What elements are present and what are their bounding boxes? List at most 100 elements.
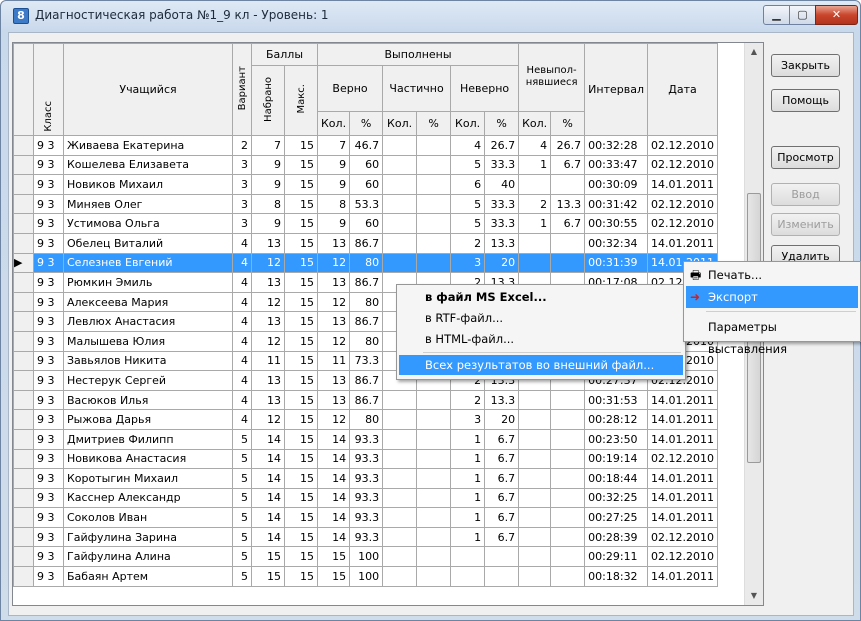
table-cell: 9 3 (33, 389, 64, 411)
table-cell: 02.12.2010 (647, 213, 718, 234)
table-row[interactable]: 9 3 Миняев Олег 3 8 15 8 53.3 5 33.3 2 13.3 00:31:4… (13, 193, 718, 215)
table-cell: 15 (284, 389, 318, 411)
table-cell: 9 3 (33, 487, 64, 509)
maximize-button[interactable]: ▢ (789, 5, 816, 25)
view-button[interactable]: Просмотр (771, 146, 840, 169)
scroll-down-arrow-icon[interactable]: ▼ (745, 587, 763, 605)
table-cell: 15 (284, 370, 318, 391)
table-row[interactable]: 9 3 Рыжова Дарья 4 12 15 12 80 3 20 00:28:12 14.01… (13, 409, 718, 430)
table-row[interactable]: 9 3 Новиков Михаил 3 9 15 9 60 6 40 00:30:09 14.01… (13, 174, 718, 195)
col-header-student[interactable]: Учащийся (63, 43, 233, 136)
col-header-percent: % (416, 110, 452, 137)
table-row[interactable]: 9 3 Гайфулина Алина 5 15 15 15 100 00:29:11 02.1… (13, 546, 718, 568)
scroll-up-arrow-icon[interactable]: ▲ (745, 43, 763, 61)
table-row[interactable]: 9 3 Устимова Ольга 3 9 15 9 60 5 33.3 1 6.7 00:30:5… (13, 213, 718, 234)
table-cell: 4 (232, 232, 252, 254)
menu-item-params[interactable]: Параметры выставления (686, 316, 858, 356)
row-indicator[interactable] (13, 448, 34, 470)
row-indicator[interactable] (13, 566, 34, 587)
table-cell: 86.7 (349, 272, 384, 293)
table-cell (382, 468, 418, 489)
table-row[interactable]: 9 3 Живаева Екатерина 2 7 15 7 46.7 4 26.7 4 26.7 0… (13, 135, 718, 156)
row-indicator[interactable] (13, 546, 34, 568)
table-row[interactable]: 9 3 Новикова Анастасия 5 14 15 14 93.3 1 6.7 00:1… (13, 448, 718, 470)
table-cell: 15 (284, 272, 318, 293)
table-cell: 1 (450, 487, 486, 509)
row-indicator[interactable] (13, 272, 34, 293)
row-indicator[interactable] (13, 409, 34, 430)
table-cell: 9 3 (33, 311, 64, 332)
table-cell: Соколов Иван (63, 507, 233, 528)
row-indicator[interactable] (13, 350, 34, 372)
col-header-scores: Баллы (251, 43, 318, 66)
close-button[interactable]: Закрыть (771, 54, 840, 77)
window-close-button[interactable]: ✕ (815, 5, 858, 25)
minimize-button[interactable]: ▁ (763, 5, 790, 25)
row-indicator[interactable] (13, 174, 34, 195)
table-row[interactable]: 9 3 Соколов Иван 5 14 15 14 93.3 1 6.7 00:27:25 14… (13, 507, 718, 528)
row-indicator[interactable] (13, 507, 34, 528)
table-cell: 26.7 (484, 135, 520, 156)
row-indicator[interactable] (13, 193, 34, 215)
col-header-interval[interactable]: Интервал (584, 43, 648, 136)
table-row[interactable]: 9 3 Коротыгин Михаил 5 14 15 14 93.3 1 6.7 00:18:… (13, 468, 718, 489)
title-bar[interactable]: 8 Диагностическая работа №1_9 кл - Урове… (1, 1, 860, 31)
table-cell: 2 (518, 193, 552, 215)
edit-button[interactable]: Изменить (771, 213, 840, 236)
menu-item-export-excel[interactable]: в файл MS Excel... (399, 287, 683, 307)
table-cell: 15 (284, 507, 318, 528)
menu-item-print[interactable]: 🖶 Печать... (686, 264, 858, 286)
table-row[interactable]: 9 3 Обелец Виталий 4 13 15 13 86.7 2 13.3 00:32:3… (13, 232, 718, 254)
row-indicator[interactable] (13, 468, 34, 489)
table-cell (382, 487, 418, 509)
row-indicator[interactable] (13, 154, 34, 176)
table-cell: 15 (284, 350, 318, 372)
row-indicator[interactable] (13, 291, 34, 313)
export-arrow-icon: ➜ (690, 290, 701, 304)
row-indicator[interactable] (13, 311, 34, 332)
row-indicator[interactable] (13, 428, 34, 450)
menu-item-export[interactable]: ➜ Экспорт (686, 286, 858, 308)
table-row[interactable]: ▶ 9 3 Селезнев Евгений 4 12 15 12 80 3 20 00:31:39… (13, 252, 718, 274)
row-pointer-icon[interactable]: ▶ (13, 252, 34, 274)
table-cell: 9 3 (33, 350, 64, 372)
input-button[interactable]: Ввод (771, 183, 840, 206)
table-cell: 13 (316, 272, 351, 293)
table-cell (416, 468, 452, 489)
table-row[interactable]: 9 3 Бабаян Артем 5 15 15 15 100 00:18:32 14.01.2… (13, 566, 718, 587)
col-header-count: Кол. (450, 110, 486, 137)
row-indicator[interactable] (13, 330, 34, 352)
table-cell (416, 252, 452, 274)
table-cell: 14 (251, 448, 285, 470)
menu-item-print-label: Печать... (708, 268, 763, 282)
table-cell: 14.01.2011 (647, 507, 718, 528)
table-cell: 13 (316, 232, 351, 254)
menu-item-export-html[interactable]: в HTML-файл... (399, 329, 683, 349)
row-indicator[interactable] (13, 135, 34, 156)
table-cell: 46.7 (349, 135, 384, 156)
table-row[interactable]: 9 3 Кошелева Елизавета 3 9 15 9 60 5 33.3 1 6.7 00:… (13, 154, 718, 176)
row-indicator[interactable] (13, 526, 34, 548)
table-cell: 13 (251, 389, 285, 411)
table-row[interactable]: 9 3 Касснер Александр 5 14 15 14 93.3 1 6.7 00:32… (13, 487, 718, 509)
table-cell (550, 566, 586, 587)
menu-item-export-rtf[interactable]: в RTF-файл... (399, 308, 683, 328)
row-indicator[interactable] (13, 232, 34, 254)
table-cell: 15 (284, 428, 318, 450)
table-cell: 15 (284, 291, 318, 313)
help-button[interactable]: Помощь (771, 89, 840, 112)
row-indicator[interactable] (13, 389, 34, 411)
row-indicator[interactable] (13, 487, 34, 509)
table-cell (416, 409, 452, 430)
row-indicator[interactable] (13, 370, 34, 391)
table-row[interactable]: 9 3 Гайфулина Зарина 5 14 15 14 93.3 1 6.7 00:28:… (13, 526, 718, 548)
col-header-date[interactable]: Дата (647, 43, 718, 136)
row-indicator[interactable] (13, 213, 34, 234)
table-cell: Новикова Анастасия (63, 448, 233, 470)
table-cell: 15 (284, 193, 318, 215)
table-cell (550, 487, 586, 509)
table-row[interactable]: 9 3 Васюков Илья 4 13 15 13 86.7 2 13.3 00:31:53 1… (13, 389, 718, 411)
table-cell (550, 409, 586, 430)
menu-item-export-all[interactable]: Всех результатов во внешний файл... (399, 355, 683, 375)
table-row[interactable]: 9 3 Дмитриев Филипп 5 14 15 14 93.3 1 6.7 00:23:5… (13, 428, 718, 450)
